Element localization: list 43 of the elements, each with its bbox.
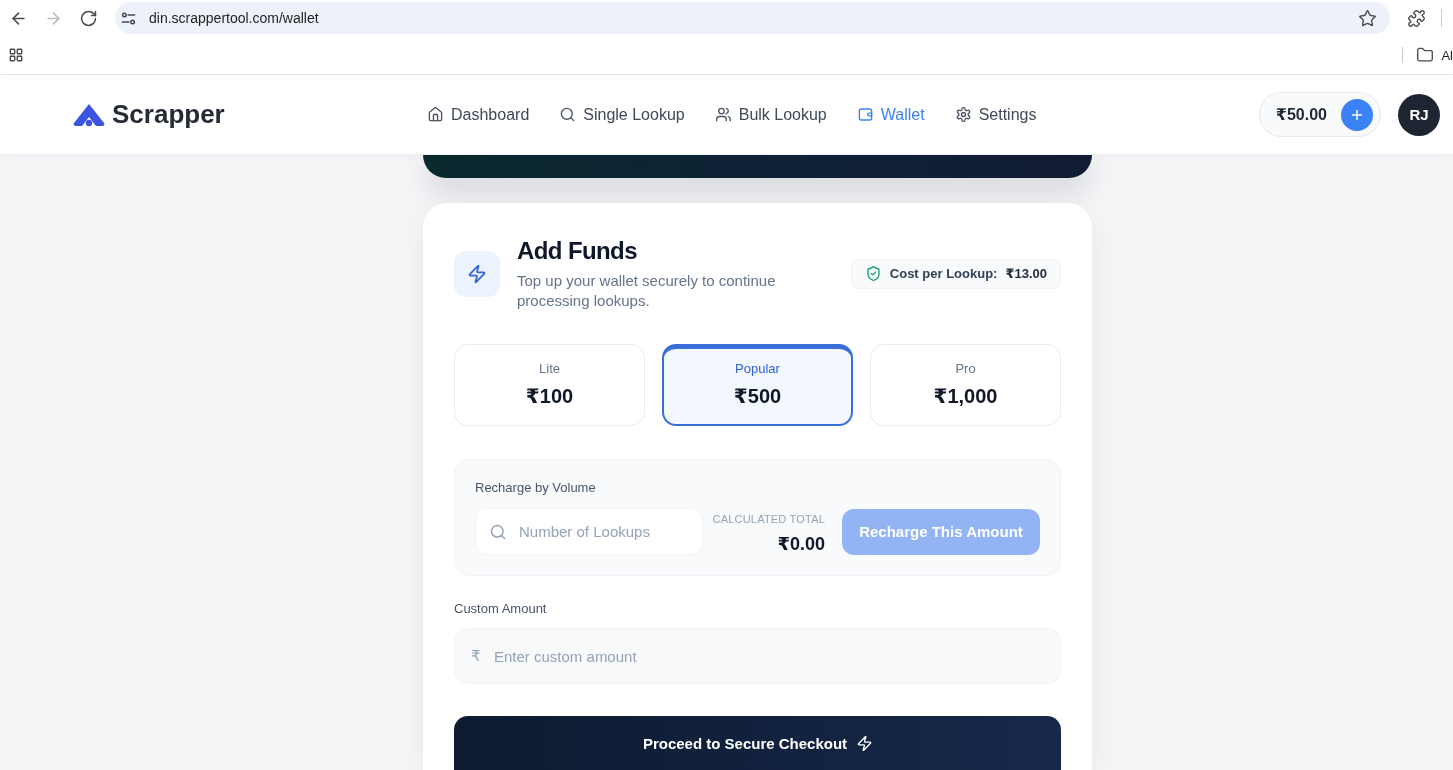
nav-link[interactable]: Settings [955,105,1037,124]
folder-icon [1417,47,1434,63]
search-icon [560,107,576,122]
card-title: Add Funds [517,236,637,266]
bookmark-label[interactable]: Al [1441,47,1453,63]
total-label: CALCULATED TOTAL [712,511,825,526]
site-settings-icon[interactable] [121,10,136,26]
field-label: Custom Amount [454,601,547,617]
logo-icon [73,102,105,127]
balance-amount: ₹50.00 [1275,105,1327,124]
cost-value: ₹13.00 [1005,266,1047,281]
nav-link[interactable]: Wallet [857,105,925,124]
settings-icon [955,107,971,122]
card-subtitle: Top up your wallet securely to continue processing lookups. [517,271,777,311]
apps-grid-icon[interactable] [9,48,23,62]
wallet-icon [857,107,873,122]
plus-icon [1350,107,1364,122]
plan-option[interactable]: Popular ₹500 [662,344,853,426]
address-bar[interactable]: din.scrappertool.com/wallet [115,2,1390,34]
reload-icon[interactable] [80,9,97,27]
shield-check-icon [865,266,881,281]
logo-text: Scrapper [112,99,225,130]
user-avatar[interactable]: RJ [1398,93,1440,136]
add-balance-button[interactable] [1341,98,1373,131]
lightning-icon [454,250,500,297]
cost-label: Cost per Lookup: [889,266,998,281]
field-label: Recharge by Volume [475,480,596,496]
lookup-count-field[interactable]: Number of Lookups [475,508,703,555]
total-amount: ₹0.00 [777,532,825,555]
search-icon [490,523,506,540]
url-text: din.scrappertool.com/wallet [149,10,320,26]
house-icon [428,107,443,122]
plan-option[interactable]: Lite ₹100 [454,344,645,426]
plan-option[interactable]: Pro ₹1,000 [870,344,1061,426]
nav-link[interactable]: Dashboard [428,105,530,124]
lightning-icon [857,735,873,751]
nav-link[interactable]: Single Lookup [560,105,685,124]
star-icon[interactable] [1359,9,1376,27]
puzzle-icon[interactable] [1408,9,1425,27]
currency-symbol: ₹ [471,647,481,665]
users-icon [715,107,731,122]
nav-link[interactable]: Bulk Lookup [715,105,827,124]
checkout-button[interactable]: Proceed to Secure Checkout [454,716,1061,770]
